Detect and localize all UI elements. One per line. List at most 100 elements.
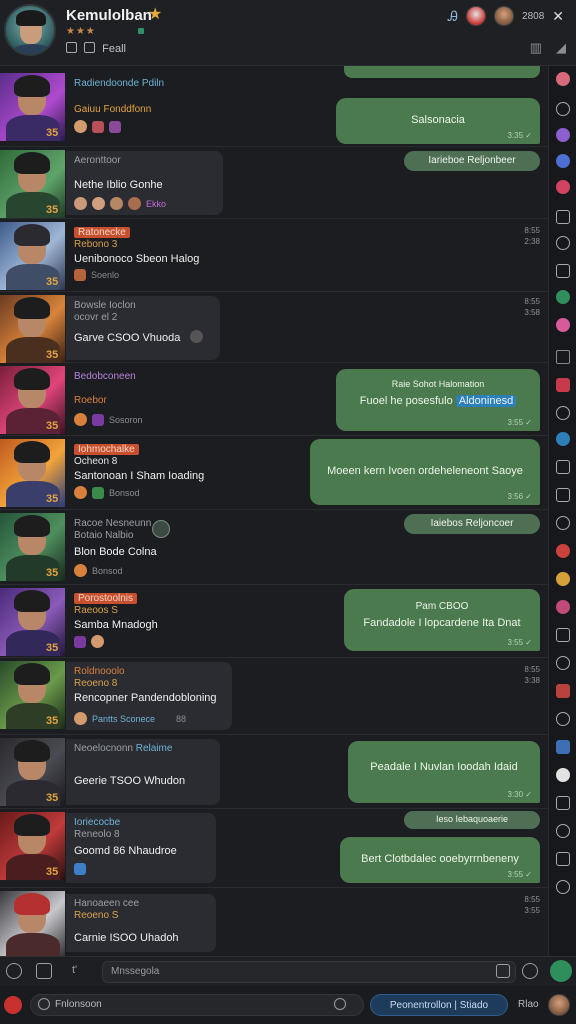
rail-icon-14[interactable] xyxy=(556,432,570,446)
contact-thumbnail[interactable]: 35 xyxy=(0,150,65,218)
conversation-preview[interactable]: Radiendoonde Pdiln Gaiuu Fonddfonn xyxy=(66,74,226,138)
foot-label: Pantts Sconece xyxy=(92,713,156,724)
contact-thumbnail[interactable]: 35 xyxy=(0,738,65,806)
rail-icon-29[interactable] xyxy=(556,852,570,866)
conversation-preview[interactable]: Ioriecocbe Reneolo 8 Goomd 86 Nhaudroe xyxy=(66,813,216,883)
attachment-icon[interactable] xyxy=(496,964,510,978)
rail-icon-15[interactable] xyxy=(556,460,570,474)
profile-avatar[interactable] xyxy=(4,4,56,56)
rail-icon-9[interactable] xyxy=(556,290,570,304)
rail-icon-1[interactable] xyxy=(556,72,570,86)
outgoing-message[interactable]: Pam CBOO Fandadole I lopcardene Ita Dnat… xyxy=(344,589,540,651)
rail-icon-28[interactable] xyxy=(556,824,570,838)
rail-icon-5[interactable] xyxy=(556,180,570,194)
rail-icon-6[interactable] xyxy=(556,210,570,224)
rail-icon-3[interactable] xyxy=(556,128,570,142)
contact-avatar-2[interactable] xyxy=(494,6,515,26)
mic-icon[interactable] xyxy=(550,960,572,982)
rail-icon-20[interactable] xyxy=(556,600,570,614)
rail-icon-25[interactable] xyxy=(556,740,570,754)
message-highlight[interactable]: Aldoninesd xyxy=(455,395,517,407)
rail-icon-16[interactable] xyxy=(556,488,570,502)
contact-thumbnail[interactable]: 35 xyxy=(0,439,65,507)
rail-icon-11[interactable] xyxy=(556,350,570,364)
conversation-row[interactable]: 35 Bedobconeen Roebor Sosoron Raie Sohot… xyxy=(0,363,548,436)
conversation-row[interactable]: 35 Radiendoonde Pdiln Gaiuu Fonddfonn Sa… xyxy=(0,70,548,147)
pin-icon[interactable]: ▥ xyxy=(530,40,542,56)
outgoing-message[interactable]: Iarieboe Reljonbeer xyxy=(404,151,540,171)
contact-thumbnail[interactable]: 35 xyxy=(0,588,65,656)
contact-avatar[interactable] xyxy=(466,6,487,26)
rail-icon-26[interactable] xyxy=(556,768,570,782)
rail-icon-4[interactable] xyxy=(556,154,570,168)
rail-icon-27[interactable] xyxy=(556,796,570,810)
send-button[interactable]: Peonentrollon | Stiado xyxy=(370,994,508,1016)
rail-icon-22[interactable] xyxy=(556,656,570,670)
rail-icon-18[interactable] xyxy=(556,544,570,558)
message-input[interactable]: Mnssegola xyxy=(102,961,516,983)
rail-icon-8[interactable] xyxy=(556,264,570,278)
contact-thumbnail[interactable]: 35 xyxy=(0,222,65,290)
user-avatar[interactable] xyxy=(548,994,570,1016)
conversation-preview[interactable]: Bowsle Ioclon ocovr el 2 Garve CSOO Vhuo… xyxy=(66,296,220,360)
translate-icon[interactable]: Ꭿ xyxy=(448,8,458,25)
outgoing-message[interactable]: Bert Clotbdalec ooebyrrnbeneny 3:55 ✓ xyxy=(340,837,540,883)
outgoing-message[interactable]: Peadale I Nuvlan Ioodah Idaid 3:30 ✓ xyxy=(348,741,540,803)
outgoing-message[interactable]: Iaiebos Reljoncoer xyxy=(404,514,540,534)
emoji-icon[interactable] xyxy=(6,963,22,979)
conversation-preview[interactable]: Neoelocnonn Relaime Geerie TSOO Whudon xyxy=(66,739,220,805)
rail-icon-30[interactable] xyxy=(556,880,570,894)
contact-thumbnail[interactable]: 35 xyxy=(0,513,65,581)
rail-icon-17[interactable] xyxy=(556,516,570,530)
conversation-row[interactable]: 35 Ratonecke Rebono 3 Uenibonoco Sbeon H… xyxy=(0,219,548,292)
conversation-row[interactable]: 35 Ioriecocbe Reneolo 8 Goomd 86 Nhaudro… xyxy=(0,809,548,888)
conversation-preview[interactable]: Hanoaeen cee Reoeno S Carnie ISOO Uhadoh xyxy=(66,894,216,952)
conversation-preview[interactable]: Porostoolnis Raeoos S Samba Mnadogh xyxy=(66,589,216,653)
conversation-preview[interactable]: Racoe Nesneunn Botaio Nalbio Blon Bode C… xyxy=(66,514,216,578)
conversation-row[interactable]: 35 Roldnooolo Reoeno 8 Rencopner Pandend… xyxy=(0,658,548,735)
rail-icon-21[interactable] xyxy=(556,628,570,642)
rail-icon-24[interactable] xyxy=(556,712,570,726)
conversation-preview[interactable]: Aeronttoor Nethe Iblio Gonhe Ekko xyxy=(66,151,223,215)
extra-label[interactable]: Rlao xyxy=(518,999,539,1010)
mute-icon[interactable]: ◢ xyxy=(556,40,566,56)
conversation-preview[interactable]: Roldnooolo Reoeno 8 Rencopner Pandendobl… xyxy=(66,662,232,730)
rail-icon-13[interactable] xyxy=(556,406,570,420)
contact-thumbnail[interactable]: 35 xyxy=(0,812,65,880)
rail-icon-12[interactable] xyxy=(556,378,570,392)
rail-icon-10[interactable] xyxy=(556,318,570,332)
conversation-row[interactable]: 35 Aeronttoor Nethe Iblio Gonhe Ekko Iar… xyxy=(0,147,548,219)
pill-text: Ieso Iebaquoaerie xyxy=(435,814,509,824)
conversation-preview[interactable]: Iohmochalke Ocheon 8 Santonoan I Sham Io… xyxy=(66,440,236,504)
conversation-row[interactable]: 35 Porostoolnis Raeoos S Samba Mnadogh P… xyxy=(0,585,548,658)
conversation-preview[interactable]: Bedobconeen Roebor Sosoron xyxy=(66,367,236,431)
outgoing-message[interactable]: Raie Sohot Halomation Fuoel he posesfulo… xyxy=(336,369,540,431)
conversation-row[interactable]: 35 Neoelocnonn Relaime Geerie TSOO Whudo… xyxy=(0,735,548,809)
grid-icon[interactable] xyxy=(84,42,96,53)
contact-thumbnail[interactable]: 35 xyxy=(0,73,65,141)
conversation-row[interactable]: 35 Bowsle Ioclon ocovr el 2 Garve CSOO V… xyxy=(0,292,548,363)
format-label[interactable]: t' xyxy=(72,964,77,976)
outgoing-message[interactable]: Moeen kern Ivoen ordeheleneont Saoye 3:5… xyxy=(310,439,540,505)
conversation-preview[interactable]: Ratonecke Rebono 3 Uenibonoco Sbeon Halo… xyxy=(66,223,236,287)
camera-icon[interactable] xyxy=(66,42,77,53)
contact-thumbnail[interactable] xyxy=(0,891,65,959)
conversation-row[interactable]: Hanoaeen cee Reoeno S Carnie ISOO Uhadoh… xyxy=(0,888,548,959)
rail-icon-19[interactable] xyxy=(556,572,570,586)
contact-thumbnail[interactable]: 35 xyxy=(0,295,65,363)
contact-thumbnail[interactable]: 35 xyxy=(0,366,65,434)
sticker-icon[interactable] xyxy=(522,963,538,979)
record-icon[interactable] xyxy=(4,996,22,1014)
home-icon[interactable] xyxy=(36,963,52,979)
rail-icon-23[interactable] xyxy=(556,684,570,698)
conversation-row[interactable]: 35 Iohmochalke Ocheon 8 Santonoan I Sham… xyxy=(0,436,548,510)
contact-thumbnail[interactable]: 35 xyxy=(0,661,65,729)
reply-input[interactable]: Fnlonsoon xyxy=(30,994,364,1016)
clock-icon[interactable] xyxy=(334,998,346,1010)
close-icon[interactable]: ✕ xyxy=(552,8,564,25)
rail-icon-7[interactable] xyxy=(556,236,570,250)
conversation-row[interactable]: 35 Racoe Nesneunn Botaio Nalbio Blon Bod… xyxy=(0,510,548,585)
reaction-pill[interactable]: Ieso Iebaquoaerie xyxy=(404,811,540,829)
outgoing-message[interactable]: Salsonacia 3:35 ✓ xyxy=(336,98,540,144)
rail-icon-2[interactable] xyxy=(556,102,570,116)
